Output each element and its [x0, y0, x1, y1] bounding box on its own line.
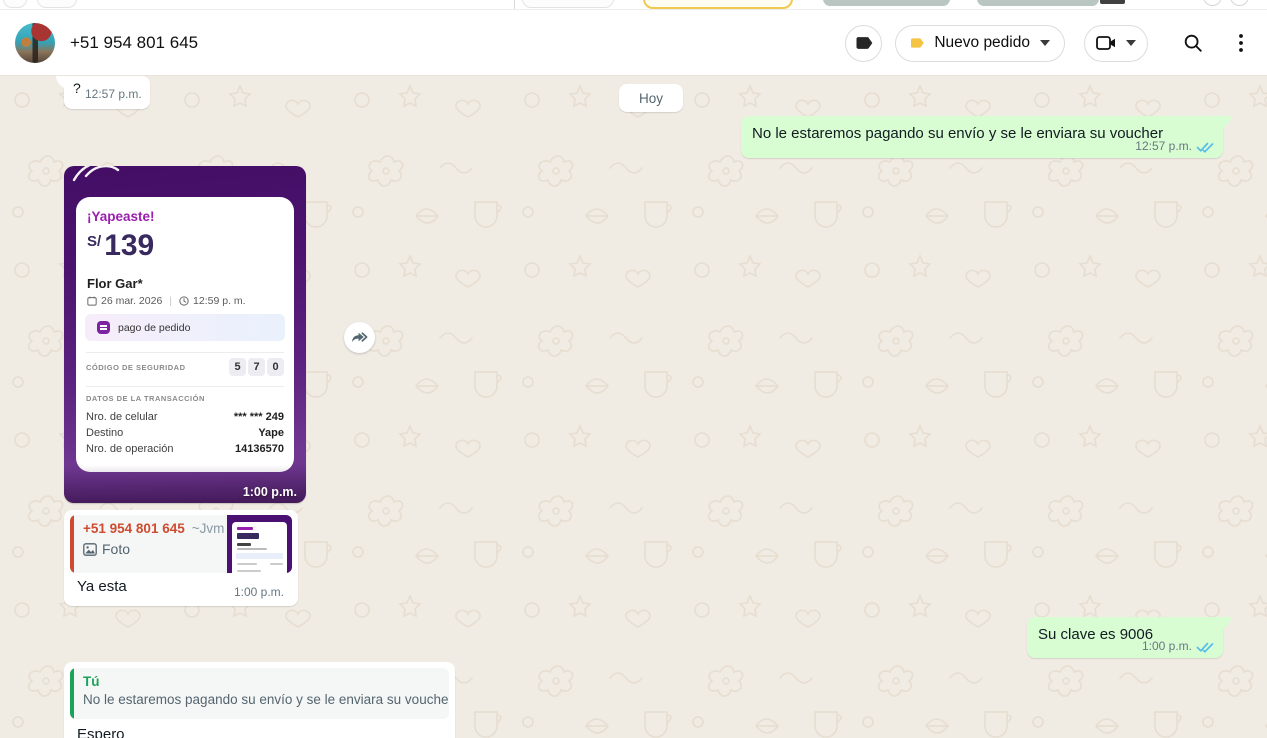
receipt-thumbnail — [227, 515, 292, 573]
chevron-down-icon — [1040, 40, 1050, 46]
bubble-tail — [1223, 617, 1231, 630]
receipt-date: 26 mar. 2026 — [101, 295, 162, 307]
receipt-datetime: 26 mar. 2026 | 12:59 p. m. — [87, 295, 246, 307]
message-time: 12:57 p.m. — [85, 87, 142, 101]
security-digit: 7 — [248, 358, 265, 376]
incoming-message-with-quote[interactable]: +51 954 801 645 ~Jvm Foto — [64, 510, 298, 606]
remnant-divider — [514, 0, 515, 10]
clock-icon — [179, 296, 189, 306]
bubble-tail — [1223, 116, 1231, 129]
receipt-time: 12:59 p. m. — [193, 295, 246, 307]
quote-text: No le estaremos pagando su envío y se le… — [83, 692, 441, 707]
message-text: Ya esta — [77, 578, 127, 595]
row-label: Destino — [86, 427, 123, 439]
menu-button[interactable] — [1221, 23, 1261, 63]
conversation-panel: ? 12:57 p.m. Hoy No le estaremos pagando… — [0, 76, 1267, 738]
incoming-message-question[interactable]: ? 12:57 p.m. — [64, 76, 150, 109]
currency-symbol: S/ — [87, 233, 101, 250]
date-divider: Hoy — [619, 84, 683, 112]
video-camera-icon — [1095, 34, 1119, 52]
receipt-amount: S/ 139 — [87, 229, 154, 262]
new-order-label: Nuevo pedido — [934, 34, 1030, 52]
amount-value: 139 — [104, 229, 154, 262]
transaction-row: Destino Yape — [86, 427, 284, 439]
row-value: *** *** 249 — [234, 411, 284, 423]
quote-sender: Tú — [83, 674, 441, 689]
yape-logo — [72, 166, 130, 184]
chevron-down-icon — [1126, 40, 1136, 46]
contact-avatar[interactable] — [15, 23, 55, 63]
whatsapp-chat-window: +51 954 801 645 Nuevo pedido — [0, 0, 1267, 738]
security-code-row: CÓDIGO DE SEGURIDAD 5 7 0 — [86, 357, 284, 377]
read-receipt-icon — [1196, 140, 1214, 153]
security-digit: 5 — [229, 358, 246, 376]
outgoing-message[interactable]: Su clave es 9006 1:00 p.m. — [1027, 617, 1223, 658]
quoted-message[interactable]: +51 954 801 645 ~Jvm Foto — [70, 515, 292, 573]
incoming-message-with-quote[interactable]: Tú No le estaremos pagando su envío y se… — [64, 662, 455, 738]
forward-icon — [350, 329, 369, 346]
row-value: Yape — [258, 427, 284, 439]
read-receipt-icon — [1196, 640, 1214, 653]
receipt-card: ¡Yapeaste! S/ 139 Flor Gar* 26 mar. 2026… — [76, 197, 294, 472]
contact-phone-title[interactable]: +51 954 801 645 — [70, 10, 198, 76]
calendar-icon — [87, 296, 97, 306]
photo-icon — [83, 543, 97, 556]
quote-sender: +51 954 801 645 — [83, 521, 185, 536]
row-value: 14136570 — [235, 443, 284, 455]
remnant-pill — [522, 0, 614, 8]
message-text: No le estaremos pagando su envío y se le… — [752, 125, 1163, 142]
message-text: Su clave es 9006 — [1038, 626, 1153, 643]
message-time: 1:00 p.m. — [243, 485, 297, 499]
separator: | — [169, 295, 172, 307]
quoted-message[interactable]: Tú No le estaremos pagando su envío y se… — [70, 668, 449, 719]
receipt-title: ¡Yapeaste! — [87, 209, 155, 224]
message-time: 1:00 p.m. — [1142, 639, 1192, 653]
forward-message-button[interactable] — [344, 322, 375, 353]
payment-note: pago de pedido — [85, 314, 285, 341]
remnant-pill — [37, 0, 77, 8]
yellow-label-icon — [909, 35, 925, 51]
transaction-label: DATOS DE LA TRANSACCIÓN — [86, 394, 205, 403]
label-tag-icon — [854, 33, 874, 53]
transaction-row: Nro. de celular *** *** 249 — [86, 411, 284, 423]
quote-media-type: Foto — [102, 541, 130, 557]
kebab-menu-icon — [1239, 34, 1243, 52]
quote-sender-suffix: ~Jvm — [192, 521, 225, 536]
row-label: Nro. de celular — [86, 411, 158, 423]
remnant-bar — [823, 0, 950, 6]
bubble-tail — [56, 76, 64, 89]
video-call-button[interactable] — [1084, 25, 1148, 62]
row-label: Nro. de operación — [86, 443, 173, 455]
transaction-row: Nro. de operación 14136570 — [86, 443, 284, 455]
remnant-circle — [1203, 0, 1222, 6]
security-code-label: CÓDIGO DE SEGURIDAD — [86, 363, 186, 372]
label-filter-button[interactable] — [845, 25, 882, 62]
message-text: ? — [73, 80, 81, 96]
outgoing-message[interactable]: No le estaremos pagando su envío y se le… — [741, 116, 1223, 158]
security-digit: 0 — [267, 358, 284, 376]
message-time: 12:57 p.m. — [1135, 139, 1192, 153]
note-text: pago de pedido — [118, 322, 190, 334]
remnant-circle — [1230, 0, 1249, 6]
search-icon — [1182, 32, 1204, 54]
divider — [86, 352, 284, 353]
remnant-yellow-pill — [643, 0, 793, 9]
new-order-button[interactable]: Nuevo pedido — [895, 25, 1065, 62]
yape-receipt-image-message[interactable]: ¡Yapeaste! S/ 139 Flor Gar* 26 mar. 2026… — [64, 166, 306, 503]
chat-header: +51 954 801 645 Nuevo pedido — [0, 10, 1267, 76]
message-time: 1:00 p.m. — [234, 585, 284, 599]
search-button[interactable] — [1173, 23, 1213, 63]
remnant-dark-bar — [1100, 0, 1125, 4]
payee-name: Flor Gar* — [87, 276, 143, 291]
remnant-pill — [3, 0, 27, 8]
message-text: Espero — [77, 726, 125, 738]
top-toolbar-remnant — [0, 0, 1267, 10]
remnant-bar — [977, 0, 1099, 6]
comment-icon — [97, 321, 110, 334]
divider — [86, 386, 284, 387]
